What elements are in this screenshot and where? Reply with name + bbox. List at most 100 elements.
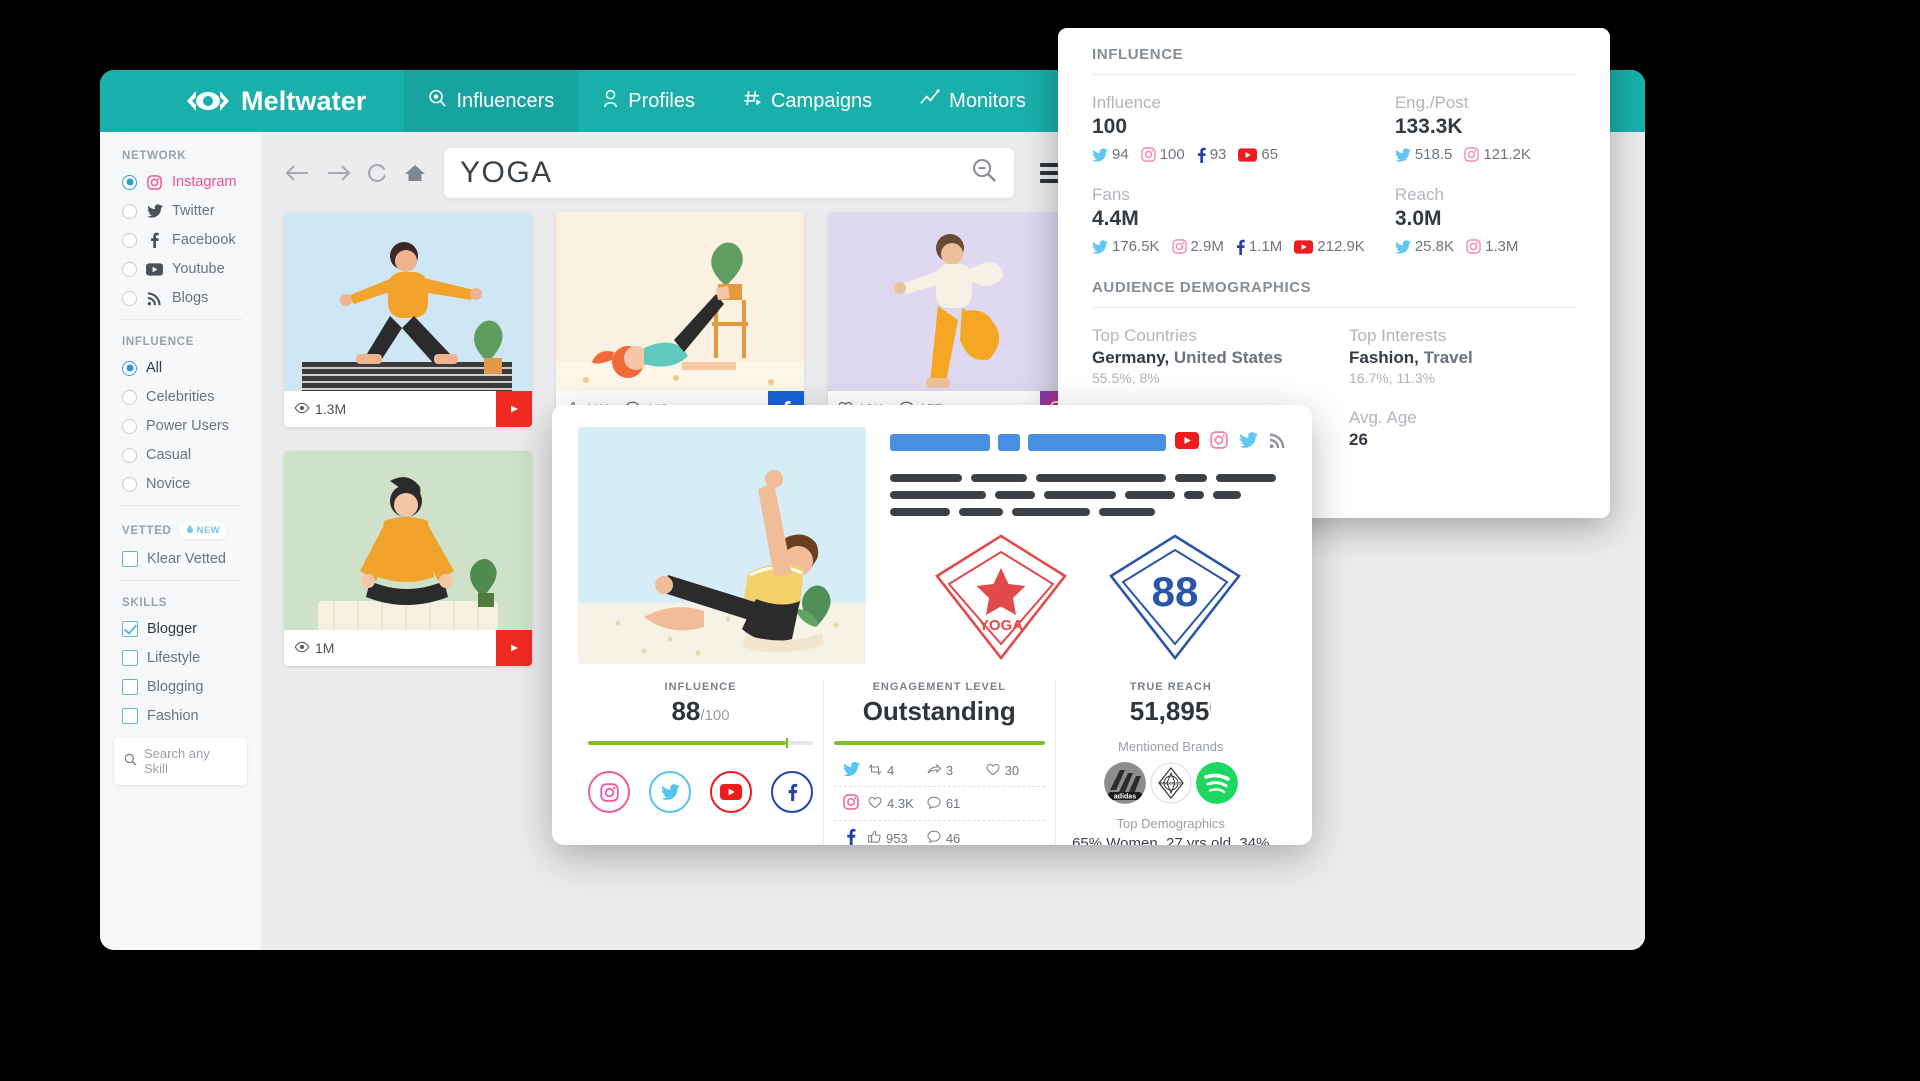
instagram-icon[interactable] xyxy=(1210,431,1228,454)
checkbox-fashion[interactable] xyxy=(122,708,138,724)
checkbox-blogger[interactable] xyxy=(122,621,138,637)
network-option-instagram[interactable]: Instagram xyxy=(122,174,261,190)
breakdown-twitter: 25.8K xyxy=(1394,238,1455,255)
radio-instagram[interactable] xyxy=(122,174,137,190)
radio-twitter[interactable] xyxy=(122,203,137,219)
demographic-value-secondary: Travel xyxy=(1418,348,1473,367)
demographic-value-primary: Germany, xyxy=(1092,348,1170,367)
vetted-title-text: VETTED xyxy=(122,524,172,537)
nav-tab-label: Campaigns xyxy=(770,89,873,112)
sidebar-divider xyxy=(118,580,243,581)
influence-option-celebrities[interactable]: Celebrities xyxy=(122,389,261,405)
svg-text:adidas: adidas xyxy=(1114,794,1136,801)
radio-facebook[interactable] xyxy=(122,232,137,248)
engagement-cell: 61 xyxy=(927,796,986,812)
skills-option-blogging[interactable]: Blogging xyxy=(122,679,261,695)
influence-score: 88 xyxy=(671,696,701,726)
forward-arrow-icon[interactable] xyxy=(326,163,352,183)
radio-novice[interactable] xyxy=(122,476,137,492)
true-reach-label: TRUE REACH xyxy=(1129,681,1212,693)
influence-option-casual[interactable]: Casual xyxy=(122,447,261,463)
back-arrow-icon[interactable] xyxy=(284,163,310,183)
nav-tab-profiles[interactable]: Profiles xyxy=(578,70,719,132)
search-bar[interactable] xyxy=(444,148,1014,198)
radio-all[interactable] xyxy=(122,360,137,376)
twitter-icon[interactable] xyxy=(1239,432,1258,453)
skill-label: Lifestyle xyxy=(147,650,201,666)
skills-option-blogger[interactable]: Blogger xyxy=(122,621,261,637)
demographic-label: Top Countries xyxy=(1092,326,1197,345)
network-option-youtube[interactable]: Youtube xyxy=(122,261,261,277)
skills-option-lifestyle[interactable]: Lifestyle xyxy=(122,650,261,666)
breakdown-value: 25.8K xyxy=(1414,238,1455,255)
skill-label: Blogger xyxy=(147,621,197,637)
network-option-twitter[interactable]: Twitter xyxy=(122,203,261,219)
flame-icon xyxy=(186,524,194,537)
metric-reach: Reach 3.0M 25.8K 1.3M xyxy=(1394,185,1576,255)
checkbox-klear-vetted[interactable] xyxy=(122,551,138,567)
influencer-card[interactable]: 13K 157 xyxy=(828,212,1076,427)
influence-label: All xyxy=(146,360,163,376)
metric-breakdown: 518.5 121.2K xyxy=(1394,146,1576,163)
breakdown-value: 518.5 xyxy=(1414,146,1453,163)
breakdown-value: 212.9K xyxy=(1317,238,1365,255)
yoga-badge: YOGA xyxy=(931,532,1071,667)
skills-option-fashion[interactable]: Fashion xyxy=(122,708,261,724)
profile-badges: YOGA 88 xyxy=(890,532,1286,667)
twitter-circle-icon[interactable] xyxy=(649,771,691,813)
influence-option-power-users[interactable]: Power Users xyxy=(122,418,261,434)
facebook-circle-icon[interactable] xyxy=(771,771,813,813)
metric-label: Influence xyxy=(1092,93,1161,112)
placeholder-bar xyxy=(890,434,990,451)
demographic-value-primary: Fashion, xyxy=(1349,348,1419,367)
checkbox-blogging[interactable] xyxy=(122,679,138,695)
breakdown-instagram: 2.9M xyxy=(1171,238,1224,255)
placeholder-line xyxy=(1012,508,1090,516)
demographic-top-interests: Top Interests Fashion, Travel 16.7%, 11.… xyxy=(1349,326,1576,386)
radio-youtube[interactable] xyxy=(122,261,137,277)
search-input[interactable] xyxy=(460,156,971,190)
instagram-circle-icon[interactable] xyxy=(588,771,630,813)
heart-icon xyxy=(986,763,1000,779)
influencer-card[interactable]: 1.3M xyxy=(284,212,532,427)
placeholder-line xyxy=(1036,474,1166,482)
influencer-card[interactable]: 1M xyxy=(284,451,532,666)
demographic-value: 26 xyxy=(1349,430,1368,449)
checkbox-lifestyle[interactable] xyxy=(122,650,138,666)
nav-tab-monitors[interactable]: Monitors xyxy=(896,70,1050,132)
reload-icon[interactable] xyxy=(368,163,388,183)
profile-photo xyxy=(578,427,866,664)
radio-casual[interactable] xyxy=(122,447,137,463)
influencer-card[interactable]: 11K 449 xyxy=(556,212,804,427)
influence-option-novice[interactable]: Novice xyxy=(122,476,261,492)
home-icon[interactable] xyxy=(404,163,426,183)
youtube-circle-icon[interactable] xyxy=(710,771,752,813)
nav-tab-influencers[interactable]: Influencers xyxy=(404,70,579,132)
network-option-facebook[interactable]: Facebook xyxy=(122,232,261,248)
profile-details: YOGA 88 xyxy=(890,427,1286,667)
vetted-option-klear-vetted[interactable]: Klear Vetted xyxy=(122,551,261,567)
network-option-blogs[interactable]: Blogs xyxy=(122,290,261,306)
sidebar-divider xyxy=(118,319,243,320)
influence-panel-title: INFLUENCE xyxy=(1092,46,1576,75)
placeholder-line xyxy=(1099,508,1155,516)
profile-network-circles xyxy=(588,771,813,813)
metric-influence: Influence 100 94 100 93 65 xyxy=(1092,93,1365,163)
nav-tab-campaigns[interactable]: Campaigns xyxy=(719,70,896,132)
radio-blogs[interactable] xyxy=(122,290,137,306)
radio-celebrities[interactable] xyxy=(122,389,137,405)
svg-text:WANDERLUST: WANDERLUST xyxy=(1159,782,1184,786)
zoom-out-icon[interactable] xyxy=(971,157,998,189)
engagement-cell: 4.3K xyxy=(868,796,927,812)
info-icon[interactable]: i xyxy=(1209,701,1211,713)
skill-search-input[interactable]: Search any Skill xyxy=(114,737,247,785)
vetted-label: Klear Vetted xyxy=(147,551,226,567)
brand-logo-spotify xyxy=(1195,762,1238,804)
radio-power-users[interactable] xyxy=(122,418,137,434)
instagram-icon xyxy=(834,794,868,813)
rss-icon[interactable] xyxy=(1269,432,1286,454)
youtube-icon[interactable] xyxy=(1175,431,1199,454)
influence-option-all[interactable]: All xyxy=(122,360,261,376)
influence-label: Casual xyxy=(146,447,192,463)
engagement-cell: 30 xyxy=(986,763,1045,779)
